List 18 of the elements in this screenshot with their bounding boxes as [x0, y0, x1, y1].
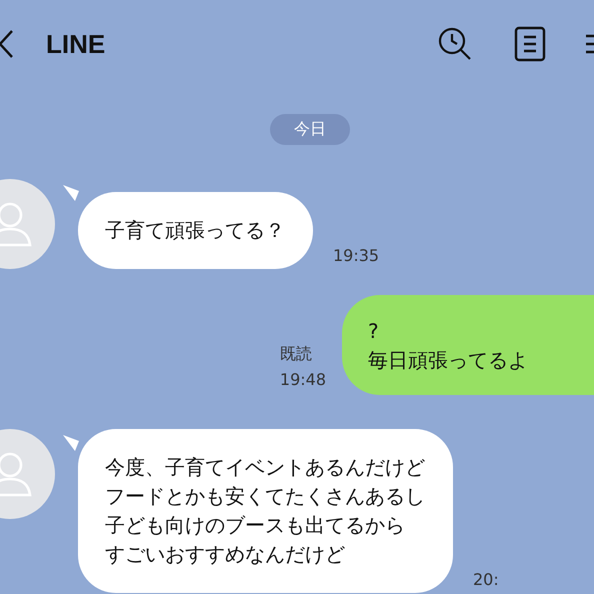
message-text: すごいおすすめなんだけど [105, 541, 345, 568]
bubble-tail [63, 435, 79, 451]
chat-title: LINE [46, 28, 106, 60]
message-time: 20: [473, 570, 499, 589]
message-text: ? [368, 318, 379, 345]
message-time: 19:48 [280, 369, 326, 391]
document-icon[interactable] [514, 26, 546, 62]
message-text: 今度、子育てイベントあるんだけど [105, 454, 425, 481]
message-text: 毎日頑張ってるよ [368, 347, 528, 374]
message-text: 子ども向けのブースも出てるから [105, 512, 405, 539]
message-text: フードとかも安くてたくさんあるし [105, 483, 425, 510]
date-divider: 今日 [270, 114, 350, 145]
clock-search-icon[interactable] [438, 27, 472, 61]
message-text: 子育て頑張ってる？ [105, 217, 285, 244]
message-time: 19:35 [333, 246, 380, 265]
bubble-tail [63, 185, 79, 201]
read-receipt: 既読 [280, 343, 313, 365]
back-icon[interactable] [0, 29, 14, 59]
